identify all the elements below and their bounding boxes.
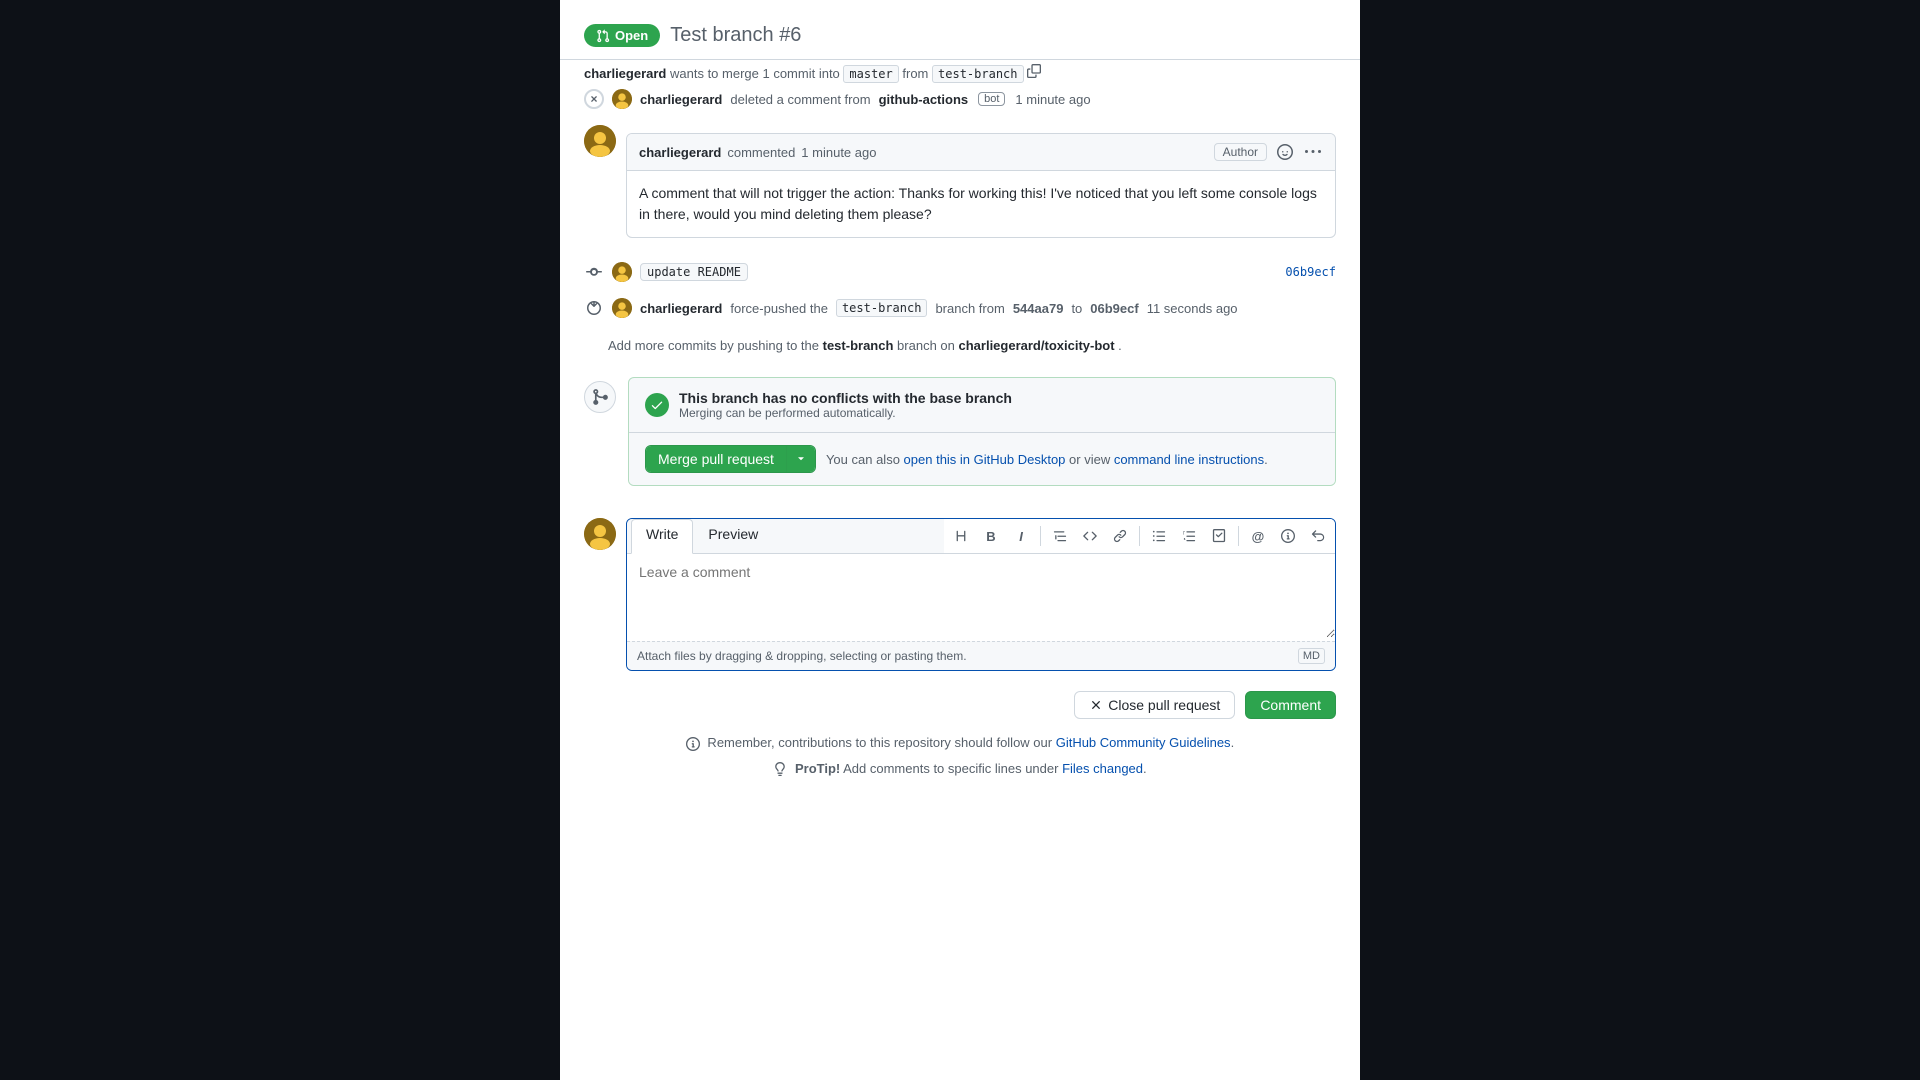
author-tag: Author	[1214, 143, 1267, 161]
footer-note: Remember, contributions to this reposito…	[584, 723, 1336, 755]
editor-footer: Attach files by dragging & dropping, sel…	[627, 641, 1335, 670]
delete-icon: ×	[584, 89, 604, 109]
comment-body: A comment that will not trigger the acti…	[627, 171, 1335, 237]
toolbar-ordered-list-button[interactable]	[1176, 523, 1202, 549]
delete-event-actor: charliegerard	[640, 92, 722, 107]
attach-note: Attach files by dragging & dropping, sel…	[637, 649, 967, 663]
delete-event-time: 1 minute ago	[1015, 92, 1090, 107]
command-line-link[interactable]: command line instructions	[1114, 452, 1264, 467]
toolbar-link-button[interactable]	[1107, 523, 1133, 549]
timeline: × charliegerard deleted a comment from g…	[560, 81, 1360, 782]
editor-toolbar: B I	[944, 519, 1335, 553]
merge-dropdown-button[interactable]	[786, 446, 815, 472]
comment-box: charliegerard commented 1 minute ago Aut…	[626, 133, 1336, 238]
toolbar-mention-button[interactable]: @	[1245, 523, 1271, 549]
toolbar-undo-button[interactable]	[1305, 523, 1331, 549]
force-push-event: charliegerard force-pushed the test-bran…	[584, 290, 1336, 326]
commit-event: update README 06b9ecf	[584, 254, 1336, 290]
push-actor: charliegerard	[640, 301, 722, 316]
comment-author-avatar	[584, 125, 616, 157]
push-info: Add more commits by pushing to the test-…	[584, 326, 1336, 357]
merge-box: This branch has no conflicts with the ba…	[628, 377, 1336, 486]
actor-avatar-delete	[612, 89, 632, 109]
comment-editor-box: Write Preview B I	[626, 518, 1336, 671]
pr-header: Open Test branch #6	[560, 16, 1360, 60]
commit-icon	[584, 262, 604, 282]
merge-title: This branch has no conflicts with the ba…	[679, 390, 1012, 406]
comment-action: commented	[727, 145, 795, 160]
toolbar-quote-button[interactable]	[1047, 523, 1073, 549]
delete-comment-event: × charliegerard deleted a comment from g…	[584, 81, 1336, 117]
comment-author: charliegerard	[639, 145, 721, 160]
community-guidelines-link[interactable]: GitHub Community Guidelines	[1056, 735, 1231, 750]
protip: ProTip! Add comments to specific lines u…	[584, 755, 1336, 783]
comment-more-button[interactable]	[1303, 142, 1323, 162]
merge-subtitle: Merging can be performed automatically.	[679, 406, 1012, 420]
bot-badge: bot	[978, 92, 1005, 106]
pr-status-text: Open	[615, 28, 648, 43]
pr-status-badge: Open	[584, 24, 660, 47]
comment-emoji-button[interactable]	[1275, 142, 1295, 162]
push-time: 11 seconds ago	[1147, 301, 1238, 316]
comment-button[interactable]: Comment	[1245, 691, 1336, 719]
current-user-avatar	[584, 518, 616, 550]
bottom-actions: Close pull request Comment	[584, 683, 1336, 723]
toolbar-divider-3	[1238, 526, 1239, 546]
push-to-hash: 06b9ecf	[1090, 301, 1138, 316]
merge-actions: Merge pull request You can also open thi…	[629, 432, 1335, 485]
merge-check-icon	[645, 393, 669, 417]
toolbar-code-button[interactable]	[1077, 523, 1103, 549]
merge-box-header: This branch has no conflicts with the ba…	[629, 378, 1335, 432]
copy-branch-icon[interactable]	[1027, 66, 1041, 81]
toolbar-reference-button[interactable]	[1275, 523, 1301, 549]
comment-textarea[interactable]	[627, 554, 1335, 638]
merge-section: This branch has no conflicts with the ba…	[584, 369, 1336, 494]
merge-button-group[interactable]: Merge pull request	[645, 445, 816, 473]
push-from-hash: 544aa79	[1013, 301, 1064, 316]
merge-note: You can also open this in GitHub Desktop…	[826, 452, 1268, 467]
push-icon	[584, 298, 604, 318]
files-changed-link[interactable]: Files changed	[1062, 761, 1143, 776]
comment-timeline-item: charliegerard commented 1 minute ago Aut…	[584, 117, 1336, 254]
pr-subtitle: charliegerard wants to merge 1 commit in…	[560, 60, 1360, 81]
merge-branch-icon	[584, 381, 616, 413]
toolbar-task-list-button[interactable]	[1206, 523, 1232, 549]
comment-header: charliegerard commented 1 minute ago Aut…	[627, 134, 1335, 171]
base-branch: master	[843, 65, 898, 83]
commit-author-avatar	[612, 262, 632, 282]
merge-pull-request-button[interactable]: Merge pull request	[646, 446, 786, 472]
comment-editor-section: Write Preview B I	[584, 506, 1336, 683]
close-pull-request-button[interactable]: Close pull request	[1074, 691, 1235, 719]
commit-message: update README	[640, 263, 748, 281]
push-branch: test-branch	[836, 299, 927, 317]
commit-hash[interactable]: 06b9ecf	[1285, 265, 1336, 279]
toolbar-heading-button[interactable]	[948, 523, 974, 549]
toolbar-divider-1	[1040, 526, 1041, 546]
toolbar-unordered-list-button[interactable]	[1146, 523, 1172, 549]
editor-tabs: Write Preview B I	[627, 519, 1335, 554]
comment-time: 1 minute ago	[801, 145, 876, 160]
close-pr-label: Close pull request	[1108, 697, 1220, 713]
push-author-avatar	[612, 298, 632, 318]
markdown-badge: MD	[1298, 648, 1325, 664]
pr-title: Test branch #6	[670, 24, 801, 47]
head-branch: test-branch	[932, 65, 1023, 83]
tab-write[interactable]: Write	[631, 519, 693, 554]
delete-event-from: github-actions	[879, 92, 969, 107]
toolbar-divider-2	[1139, 526, 1140, 546]
tab-preview[interactable]: Preview	[693, 519, 773, 554]
toolbar-italic-button[interactable]: I	[1008, 523, 1034, 549]
toolbar-bold-button[interactable]: B	[978, 523, 1004, 549]
open-desktop-link[interactable]: open this in GitHub Desktop	[904, 452, 1066, 467]
